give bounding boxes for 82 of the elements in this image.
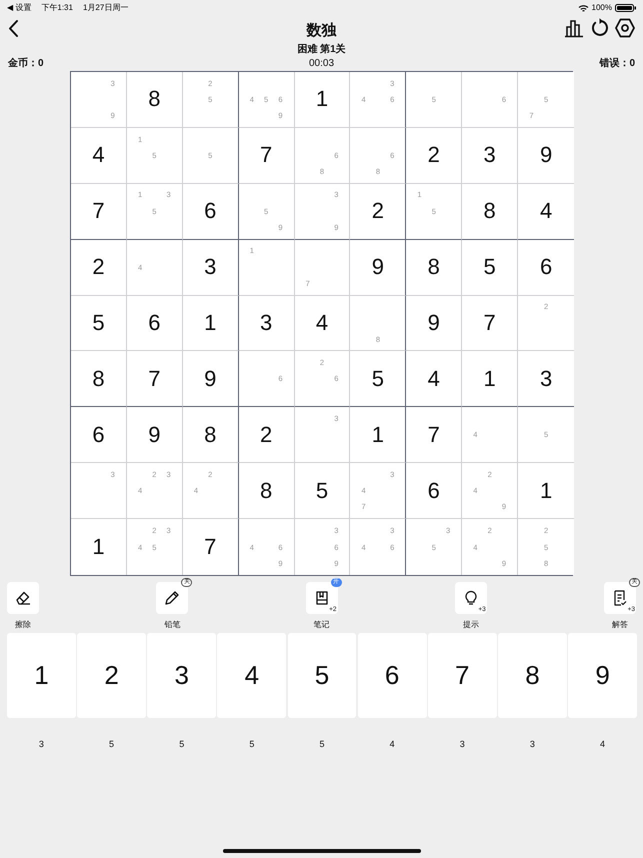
remaining-count: 3	[530, 739, 535, 750]
number-key[interactable]: 3	[147, 633, 216, 718]
remaining-count: 4	[600, 739, 606, 750]
tool-label: 解答	[612, 619, 628, 630]
digit-cell[interactable]: 6	[182, 184, 239, 240]
digit-cell[interactable]: 1	[350, 407, 406, 464]
digit-cell[interactable]: 3	[238, 296, 295, 352]
number-key[interactable]: 2	[77, 633, 146, 718]
remaining-count: 5	[109, 739, 114, 750]
digit-cell[interactable]: 6	[406, 463, 462, 520]
digit-cell[interactable]: 4	[518, 184, 574, 240]
digit-cell[interactable]: 4	[71, 128, 127, 184]
bar-chart-icon[interactable]	[564, 18, 584, 38]
digit-cell[interactable]: 3	[462, 128, 518, 184]
status-time: 下午1:31	[41, 2, 73, 13]
digit-cell[interactable]: 6	[71, 407, 127, 464]
digit-cell[interactable]: 9	[406, 296, 462, 352]
remaining-count: 5	[179, 739, 184, 750]
tool-label: 擦除	[15, 619, 31, 630]
back-icon[interactable]	[8, 18, 19, 38]
status-date: 1月27日周一	[82, 2, 128, 13]
page-title: 数独	[306, 20, 336, 40]
remaining-count: 4	[390, 739, 395, 750]
digit-cell[interactable]: 8	[126, 72, 183, 128]
battery-percentage: 100%	[592, 3, 612, 12]
digit-cell[interactable]: 3	[182, 240, 239, 296]
settings-icon[interactable]	[615, 18, 635, 38]
number-key[interactable]: 1	[7, 633, 76, 718]
digit-cell[interactable]: 2	[350, 184, 406, 240]
digit-cell[interactable]: 1	[462, 351, 518, 408]
digit-cell[interactable]: 2	[238, 407, 295, 464]
digit-cell[interactable]: 2	[71, 240, 127, 296]
digit-cell[interactable]: 6	[126, 296, 183, 352]
errors-count: 错误：0	[599, 56, 635, 70]
refresh-icon[interactable]	[590, 18, 609, 38]
number-key[interactable]: 4	[217, 633, 286, 718]
digit-cell[interactable]: 3	[518, 351, 574, 408]
digit-cell[interactable]: 9	[182, 351, 239, 408]
digit-cell[interactable]: 5	[294, 463, 350, 520]
digit-cell[interactable]: 8	[406, 240, 462, 296]
tool-button[interactable]	[156, 582, 188, 614]
digit-cell[interactable]: 4	[294, 296, 350, 352]
digit-cell[interactable]: 4	[406, 351, 462, 408]
remaining-count: 3	[38, 739, 44, 750]
timer: 00:03	[308, 58, 334, 68]
tool-label: 笔记	[314, 619, 330, 630]
tool-label: 铅笔	[164, 619, 180, 630]
digit-cell[interactable]: 7	[126, 351, 183, 408]
battery-icon	[615, 4, 636, 12]
number-key[interactable]: 8	[498, 633, 567, 718]
digit-cell[interactable]: 6	[518, 240, 574, 296]
digit-cell[interactable]: 8	[462, 184, 518, 240]
remaining-count: 5	[249, 739, 254, 750]
digit-cell[interactable]: 5	[462, 240, 518, 296]
number-key[interactable]: 7	[428, 633, 497, 718]
number-key[interactable]: 9	[568, 633, 637, 718]
tool-button[interactable]	[7, 582, 39, 614]
back-to-app-link[interactable]: ◀ 设置	[7, 2, 32, 13]
digit-cell[interactable]: 7	[238, 128, 295, 184]
digit-cell[interactable]: 8	[238, 463, 295, 520]
digit-cell[interactable]: 8	[182, 407, 239, 464]
remaining-count: 5	[319, 739, 324, 750]
digit-cell[interactable]: 5	[350, 351, 406, 408]
digit-cell[interactable]: 5	[71, 296, 127, 352]
digit-cell[interactable]: 9	[126, 407, 183, 464]
digit-cell[interactable]: 1	[518, 463, 574, 520]
coins-count: 金币：0	[8, 56, 44, 70]
level-label: 困难 第1关	[297, 42, 346, 56]
digit-cell[interactable]: 1	[294, 72, 350, 128]
digit-cell[interactable]: 1	[182, 296, 239, 352]
digit-cell[interactable]: 2	[406, 128, 462, 184]
wifi-icon	[578, 4, 589, 12]
number-key[interactable]: 5	[288, 633, 356, 718]
remaining-count: 3	[460, 739, 465, 750]
digit-cell[interactable]: 7	[462, 296, 518, 352]
digit-cell[interactable]: 9	[518, 128, 574, 184]
digit-cell[interactable]: 8	[71, 351, 127, 408]
tool-label: 提示	[462, 619, 479, 630]
number-key[interactable]: 6	[358, 633, 427, 718]
digit-cell[interactable]: 9	[350, 240, 406, 296]
digit-cell[interactable]: 7	[71, 184, 127, 240]
digit-cell[interactable]: 7	[406, 407, 462, 464]
